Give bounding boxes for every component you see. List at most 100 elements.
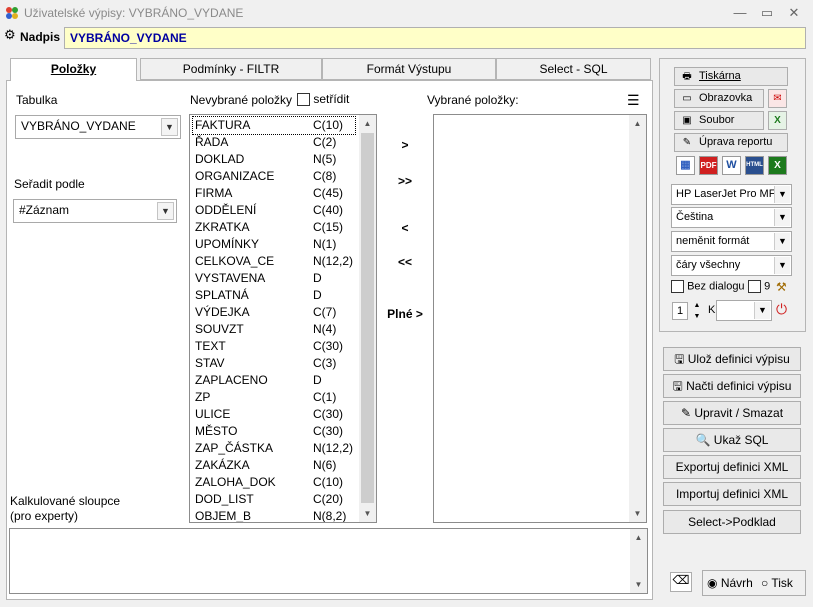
tab-select-sql[interactable]: Select - SQL (496, 58, 651, 80)
close-button[interactable]: ✕ (783, 4, 805, 22)
pdf-icon[interactable]: PDF (699, 156, 718, 175)
sort-checkbox[interactable]: setřídit (297, 92, 349, 107)
printer-select[interactable]: HP LaserJet Pro MFP ▼ (671, 184, 792, 205)
language-select[interactable]: Čeština ▼ (671, 207, 792, 228)
field-name: SPLATNÁ (195, 288, 249, 302)
list-item[interactable]: ZALOHA_DOK C(10) (193, 474, 355, 491)
list-item[interactable]: ZAPLACENO D (193, 372, 355, 389)
excel-icon[interactable]: X (768, 111, 787, 130)
list-item[interactable]: STAV C(3) (193, 355, 355, 372)
import-xml-button[interactable]: Importuj definici XML (663, 482, 801, 506)
list-item[interactable]: CELKOVA_CE N(12,2) (193, 253, 355, 270)
print-radio[interactable]: ○ Tisk (761, 576, 793, 590)
field-type: N(12,2) (313, 441, 354, 455)
copies-input[interactable]: 1 (672, 302, 688, 320)
show-sql-button[interactable]: 🔍 Ukaž SQL (663, 428, 801, 452)
kalk-sublabel: (pro experty) (10, 509, 79, 523)
file-button[interactable]: ▣ Soubor (674, 111, 764, 130)
list-item[interactable]: DOKLAD N(5) (193, 151, 355, 168)
field-name: STAV (195, 356, 225, 370)
no-dialog-checkbox[interactable]: Bez dialogu (671, 280, 745, 293)
nine-checkbox[interactable]: 9 (748, 280, 770, 293)
unselected-list[interactable]: ▲ ▼ FAKTURA C(10) ŘADA C(2) DOKLAD N(5) ORGANI… (189, 114, 377, 523)
select-podklad-button[interactable]: Select->Podklad (663, 510, 801, 534)
screen-button[interactable]: ▭ Obrazovka (674, 89, 764, 108)
lines-select[interactable]: čáry všechny ▼ (671, 255, 792, 276)
field-name: ZAP_ČÁSTKA (195, 441, 274, 455)
list-item[interactable]: DOD_LIST C(20) (193, 491, 355, 508)
list-item[interactable]: VYSTAVENA D (193, 270, 355, 287)
eraser-icon[interactable]: ⌫ (670, 572, 692, 592)
copies-stepper[interactable]: ▲ ▼ (689, 300, 705, 322)
field-type: N(1) (313, 237, 337, 251)
wand-icon: ✎ (682, 137, 692, 148)
gear-icon[interactable]: ⚙ (4, 28, 18, 42)
list-item[interactable]: FAKTURA C(10) (192, 116, 356, 135)
field-type: C(8) (313, 169, 337, 183)
selected-scrollbar[interactable]: ▲ ▼ (629, 115, 646, 522)
power-icon[interactable]: ⏻ (776, 301, 787, 318)
field-name: VYSTAVENA (195, 271, 266, 285)
list-item[interactable]: ŘADA C(2) (193, 134, 355, 151)
remove-button[interactable]: < (384, 218, 426, 238)
list-item[interactable]: VÝDEJKA C(7) (193, 304, 355, 321)
list-item[interactable]: TEXT C(30) (193, 338, 355, 355)
copies-select[interactable]: ▼ (716, 300, 772, 321)
tab-polozky[interactable]: Položky (10, 58, 137, 82)
unselected-scrollbar[interactable]: ▲ ▼ (359, 115, 376, 522)
list-item[interactable]: ZAKÁZKA N(6) (193, 457, 355, 474)
list-item[interactable]: FIRMA C(45) (193, 185, 355, 202)
email-icon[interactable]: ✉ (768, 89, 787, 108)
seradit-select[interactable]: #Záznam ▼ (13, 199, 177, 223)
list-item[interactable]: SPLATNÁ D (193, 287, 355, 304)
scroll-down-icon[interactable]: ▼ (629, 505, 646, 522)
add-button[interactable]: > (384, 135, 426, 155)
list-item[interactable]: UPOMÍNKY N(1) (193, 236, 355, 253)
list-item[interactable]: MĚSTO C(30) (193, 423, 355, 440)
printer-button[interactable]: 🖶 Tiskárna (674, 67, 788, 86)
scroll-down-icon[interactable]: ▼ (359, 505, 376, 522)
full-button[interactable]: Plné > (383, 304, 427, 324)
table-icon[interactable]: ▦ (676, 156, 695, 175)
tab-format-vystupu[interactable]: Formát Výstupu (322, 58, 496, 80)
excel-format-icon[interactable]: X (768, 156, 787, 175)
menu-icon[interactable]: ☰ (627, 92, 640, 109)
load-definition-button[interactable]: 🖫 Načti definici výpisu (663, 374, 801, 398)
save-definition-button[interactable]: 🖫 Ulož definici výpisu (663, 347, 801, 371)
export-xml-button[interactable]: Exportuj definici XML (663, 455, 801, 479)
tabulka-label: Tabulka (16, 93, 58, 107)
list-item[interactable]: SOUVZT N(4) (193, 321, 355, 338)
format-select[interactable]: neměnit formát ▼ (671, 231, 792, 252)
remove-all-button[interactable]: << (384, 252, 426, 272)
html-icon[interactable]: HTML (745, 156, 764, 175)
list-item[interactable]: ORGANIZACE C(8) (193, 168, 355, 185)
word-icon[interactable]: W (722, 156, 741, 175)
list-item[interactable]: ULICE C(30) (193, 406, 355, 423)
scroll-up-icon[interactable]: ▲ (359, 115, 376, 132)
minimize-button[interactable]: — (729, 4, 751, 22)
scroll-up-icon[interactable]: ▲ (630, 529, 647, 546)
add-all-button[interactable]: >> (384, 171, 426, 191)
list-item[interactable]: ZAP_ČÁSTKA N(12,2) (193, 440, 355, 457)
maximize-button[interactable]: ▭ (756, 4, 778, 22)
list-item[interactable]: ZKRATKA C(15) (193, 219, 355, 236)
nadpis-input[interactable]: VYBRÁNO_VYDANE (64, 27, 806, 49)
design-radio[interactable]: ◉ Návrh (707, 576, 753, 590)
list-item[interactable]: OBJEM_B N(8,2) (193, 508, 355, 522)
tabulka-select[interactable]: VYBRÁNO_VYDANE ▼ (15, 115, 181, 139)
scroll-up-icon[interactable]: ▲ (629, 115, 646, 132)
tab-podminky[interactable]: Podmínky - FILTR (140, 58, 322, 80)
edit-report-button[interactable]: ✎ Úprava reportu (674, 133, 788, 152)
edit-delete-button[interactable]: ✎ Upravit / Smazat (663, 401, 801, 425)
calculated-columns-textarea[interactable]: ▲ ▼ (9, 528, 648, 594)
kalk-label: Kalkulované sloupce (10, 494, 121, 508)
wrench-icon[interactable]: ⚒ (776, 280, 787, 294)
selected-list[interactable]: ▲ ▼ (433, 114, 647, 523)
scroll-down-icon[interactable]: ▼ (630, 576, 647, 593)
list-item[interactable]: ODDĚLENÍ C(40) (193, 202, 355, 219)
textarea-scrollbar[interactable]: ▲ ▼ (630, 529, 647, 593)
list-item[interactable]: ZP C(1) (193, 389, 355, 406)
field-name: MĚSTO (195, 424, 238, 438)
save-icon: ▣ (682, 115, 692, 126)
field-type: D (313, 288, 322, 302)
